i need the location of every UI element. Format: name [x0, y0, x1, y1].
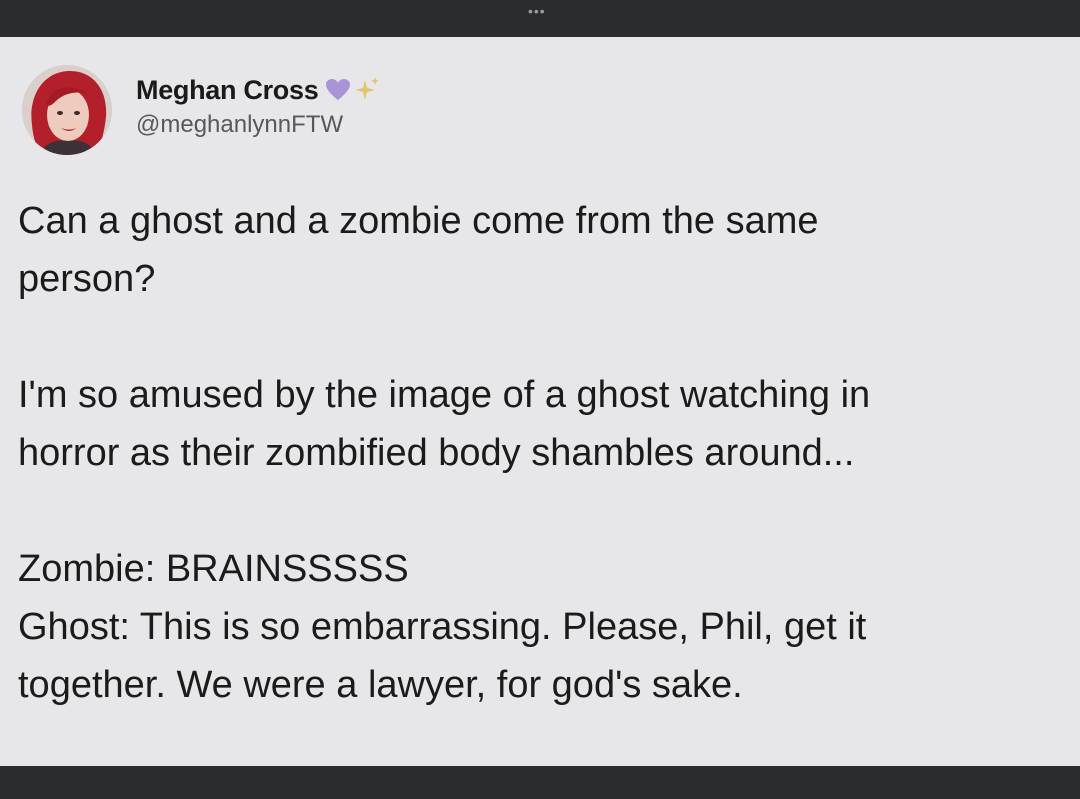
tweet-card: Meghan Cross @meghanlynnFTW Can a ghost …: [0, 37, 1080, 766]
author-display-name[interactable]: Meghan Cross: [136, 75, 319, 106]
tweet-line: I'm so amused by the image of a ghost wa…: [18, 374, 871, 416]
top-bar: •••: [0, 0, 1080, 37]
tweet-line: horror as their zombified body shambles …: [18, 432, 855, 474]
author-handle[interactable]: @meghanlynnFTW: [136, 111, 381, 139]
tweet-line: together. We were a lawyer, for god's sa…: [18, 664, 743, 706]
author-name-row: Meghan Cross: [136, 73, 381, 107]
sparkle-icon: [353, 76, 381, 104]
tweet-line: Can a ghost and a zombie come from the s…: [18, 200, 819, 242]
purple-heart-icon: [325, 78, 351, 102]
avatar[interactable]: [22, 65, 112, 155]
tweet-line: Zombie: BRAINSSSSS: [18, 548, 409, 590]
avatar-image: [22, 65, 112, 155]
tweet-text: Can a ghost and a zombie come from the s…: [18, 192, 1063, 714]
tweet-author: Meghan Cross @meghanlynnFTW: [136, 73, 381, 139]
bottom-bar: [0, 766, 1080, 799]
tweet-line: Ghost: This is so embarrassing. Please, …: [18, 606, 867, 648]
tweet-line: person?: [18, 258, 156, 300]
more-options-icon[interactable]: •••: [528, 4, 546, 18]
